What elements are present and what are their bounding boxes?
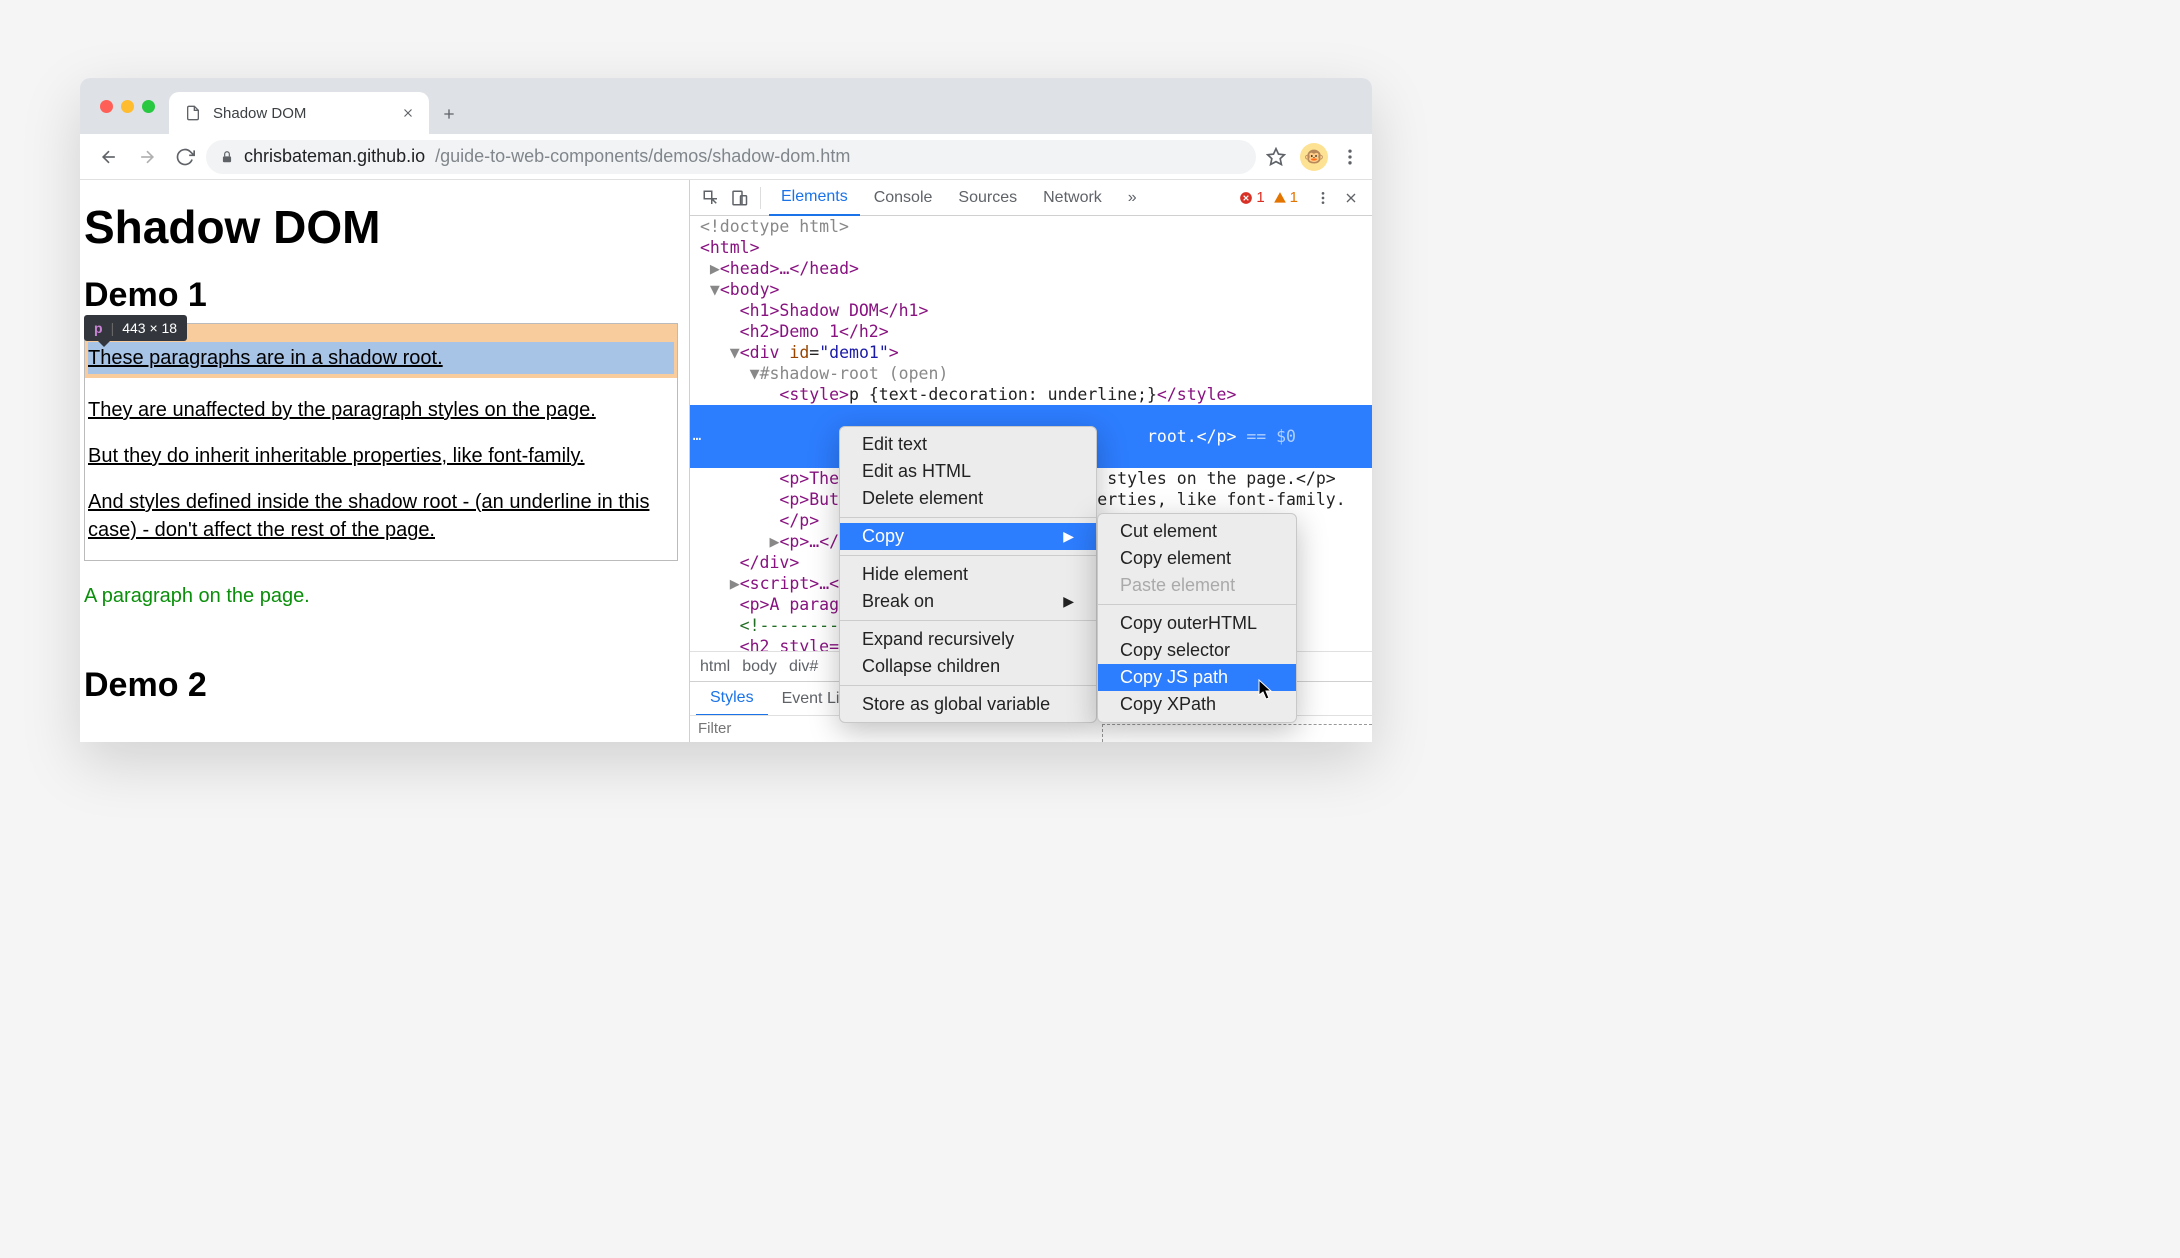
- ctx-copy-outerhtml[interactable]: Copy outerHTML: [1098, 610, 1296, 637]
- browser-menu-icon[interactable]: [1340, 147, 1360, 167]
- warning-count[interactable]: 1: [1273, 189, 1298, 206]
- ctx-edit-as-html[interactable]: Edit as HTML: [840, 458, 1096, 485]
- page-icon: [185, 105, 201, 121]
- ctx-delete-element[interactable]: Delete element: [840, 485, 1096, 512]
- context-submenu-copy: Cut element Copy element Paste element C…: [1097, 513, 1297, 723]
- inspect-element-icon[interactable]: [698, 185, 724, 211]
- dom-line: <html>: [690, 237, 1372, 258]
- devtools-tabs: Elements Console Sources Network » 1 1: [690, 180, 1372, 216]
- rendered-page: Shadow DOM Demo 1 p | 443 × 18 These par…: [80, 180, 689, 742]
- tabs-overflow[interactable]: »: [1116, 180, 1149, 216]
- error-count[interactable]: 1: [1239, 189, 1264, 206]
- demo1-heading: Demo 1: [84, 276, 679, 315]
- ctx-store-global[interactable]: Store as global variable: [840, 691, 1096, 718]
- shadow-para[interactable]: They are unaffected by the paragraph sty…: [88, 396, 677, 424]
- demo2-heading: Demo 2: [84, 666, 679, 705]
- devtools-menu-icon[interactable]: [1310, 185, 1336, 211]
- crumb[interactable]: div#: [789, 658, 818, 676]
- inspect-tooltip: p | 443 × 18: [84, 315, 187, 341]
- ctx-cut-element[interactable]: Cut element: [1098, 518, 1296, 545]
- tab-sources[interactable]: Sources: [946, 180, 1029, 216]
- context-menu: Edit text Edit as HTML Delete element Co…: [839, 426, 1097, 723]
- shadow-para[interactable]: And styles defined inside the shadow roo…: [88, 488, 677, 544]
- ctx-collapse-children[interactable]: Collapse children: [840, 653, 1096, 680]
- shadow-demo-box: These paragraphs are in a shadow root. T…: [84, 323, 678, 561]
- forward-button[interactable]: [130, 140, 164, 174]
- device-toolbar-icon[interactable]: [726, 185, 752, 211]
- close-devtools-icon[interactable]: [1338, 185, 1364, 211]
- tab-title: Shadow DOM: [213, 105, 306, 122]
- styles-tab[interactable]: Styles: [696, 682, 768, 716]
- ctx-copy-element[interactable]: Copy element: [1098, 545, 1296, 572]
- url-host: chrisbateman.github.io: [244, 146, 425, 167]
- ctx-copy-js-path[interactable]: Copy JS path: [1098, 664, 1296, 691]
- tab-bar: Shadow DOM: [80, 78, 1372, 134]
- bookmark-icon[interactable]: [1266, 147, 1286, 167]
- ctx-copy-selector[interactable]: Copy selector: [1098, 637, 1296, 664]
- dom-line: ▼#shadow-root (open): [690, 363, 1372, 384]
- page-paragraph[interactable]: A paragraph on the page.: [84, 585, 679, 608]
- back-button[interactable]: [92, 140, 126, 174]
- url-path: /guide-to-web-components/demos/shadow-do…: [435, 146, 850, 167]
- ctx-break-on[interactable]: Break on▶: [840, 588, 1096, 615]
- crumb[interactable]: body: [742, 658, 777, 676]
- profile-avatar[interactable]: 🐵: [1300, 143, 1328, 171]
- tooltip-dims: 443 × 18: [122, 320, 177, 336]
- tab-console[interactable]: Console: [862, 180, 945, 216]
- address-bar: chrisbateman.github.io/guide-to-web-comp…: [80, 134, 1372, 180]
- dom-line: ▼<body>: [690, 279, 1372, 300]
- dom-line: <!doctype html>: [690, 216, 1372, 237]
- window-controls: [100, 100, 155, 113]
- page-heading: Shadow DOM: [84, 200, 679, 254]
- crumb[interactable]: html: [700, 658, 730, 676]
- styles-dashed-box: [1102, 724, 1372, 742]
- tooltip-tag: p: [94, 320, 103, 336]
- ctx-paste-element: Paste element: [1098, 572, 1296, 599]
- tab-network[interactable]: Network: [1031, 180, 1114, 216]
- dom-line: <style>p {text-decoration: underline;}</…: [690, 384, 1372, 405]
- new-tab-button[interactable]: [429, 94, 469, 134]
- url-field[interactable]: chrisbateman.github.io/guide-to-web-comp…: [206, 140, 1256, 174]
- shadow-para[interactable]: But they do inherit inheritable properti…: [88, 442, 677, 470]
- dom-line: ▼<div id="demo1">: [690, 342, 1372, 363]
- ctx-hide-element[interactable]: Hide element: [840, 561, 1096, 588]
- tab-elements[interactable]: Elements: [769, 180, 860, 216]
- submenu-arrow-icon: ▶: [1063, 528, 1074, 545]
- minimize-window-icon[interactable]: [121, 100, 134, 113]
- dom-line: <h1>Shadow DOM</h1>: [690, 300, 1372, 321]
- close-tab-icon[interactable]: [401, 106, 415, 120]
- reload-button[interactable]: [168, 140, 202, 174]
- dom-line: <h2>Demo 1</h2>: [690, 321, 1372, 342]
- ctx-copy-xpath[interactable]: Copy XPath: [1098, 691, 1296, 718]
- browser-window: Shadow DOM chrisbateman.github.io/guide-…: [80, 78, 1372, 742]
- ctx-expand-recursively[interactable]: Expand recursively: [840, 626, 1096, 653]
- lock-icon: [220, 150, 234, 164]
- dom-line: ▶<head>…</head>: [690, 258, 1372, 279]
- ctx-edit-text[interactable]: Edit text: [840, 431, 1096, 458]
- ctx-copy[interactable]: Copy▶: [840, 523, 1096, 550]
- browser-tab[interactable]: Shadow DOM: [169, 92, 429, 134]
- close-window-icon[interactable]: [100, 100, 113, 113]
- submenu-arrow-icon: ▶: [1063, 593, 1074, 610]
- maximize-window-icon[interactable]: [142, 100, 155, 113]
